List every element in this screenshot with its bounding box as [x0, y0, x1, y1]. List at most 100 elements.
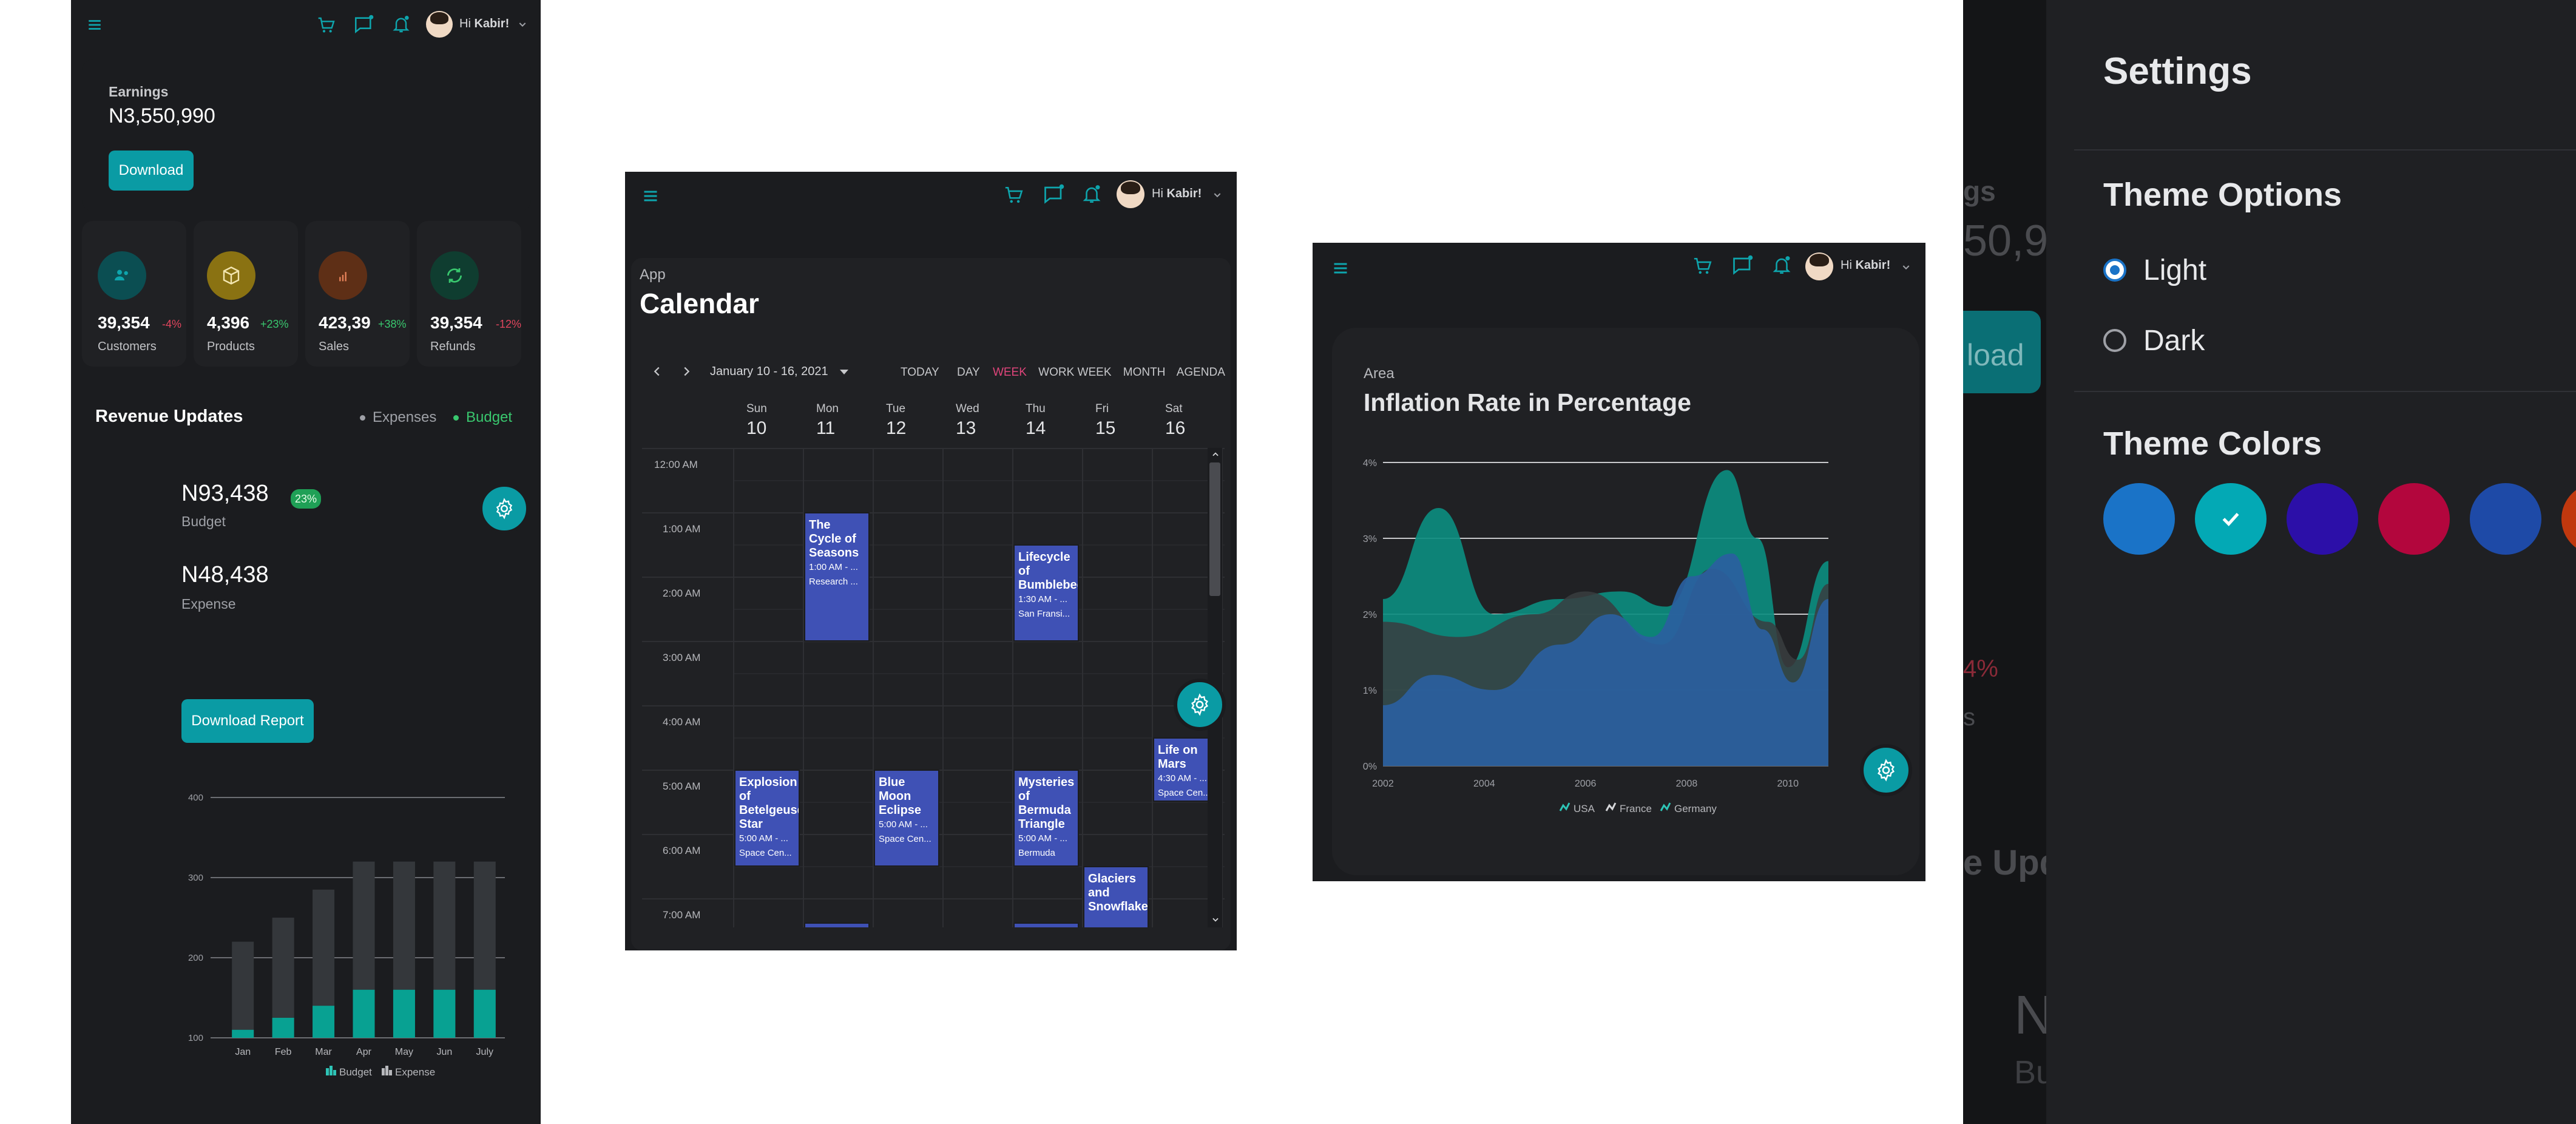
view-work-week[interactable]: WORK WEEK: [1038, 366, 1111, 379]
theme-color-swatch[interactable]: [2103, 483, 2175, 555]
light-radio[interactable]: [2103, 259, 2126, 282]
theme-color-swatch[interactable]: [2378, 483, 2450, 555]
scroll-up-icon[interactable]: [1211, 450, 1220, 459]
legend-label: USA: [1574, 803, 1595, 814]
divider: [2074, 391, 2576, 392]
settings-gear-button[interactable]: [1860, 744, 1912, 796]
settings-gear-button[interactable]: [1174, 679, 1226, 731]
chat-icon[interactable]: [353, 15, 374, 35]
calendar-event[interactable]: [804, 923, 870, 927]
calendar-event[interactable]: The Cycle of Seasons 1:00 AM - ... Resea…: [804, 512, 870, 642]
x-tick-label: Feb: [275, 1047, 292, 1057]
inflation-area-chart: 0% 1% 2% 3% 4% 2002 2004 2006 2008 2010 USA France G…: [1363, 458, 1828, 814]
caret-down-icon: [840, 369, 849, 374]
view-agenda[interactable]: AGENDA: [1177, 366, 1225, 379]
legend-item[interactable]: France: [1605, 802, 1652, 814]
date-range-picker[interactable]: January 10 - 16, 2021: [710, 365, 849, 379]
dashboard-panel: Hi Kabir! Earnings N3,550,990 Download 3…: [71, 0, 541, 1124]
theme-color-swatch[interactable]: [2195, 483, 2267, 555]
cart-icon[interactable]: [1004, 185, 1024, 206]
bar-budget[interactable]: [393, 989, 415, 1038]
bar-budget[interactable]: [313, 1006, 335, 1038]
cart-icon[interactable]: [317, 16, 336, 35]
stat-value: 39,354: [98, 313, 150, 332]
bar-budget[interactable]: [473, 989, 496, 1038]
calendar-event[interactable]: Lifecycle of Bumblebee 1:30 AM - ... San…: [1013, 544, 1079, 642]
prev-week-icon[interactable]: [651, 365, 664, 378]
next-week-icon[interactable]: [680, 365, 693, 378]
background-download-text: load: [1967, 338, 2024, 372]
chat-icon[interactable]: [1731, 255, 1753, 277]
legend-label: Expense: [395, 1066, 435, 1078]
bar-expense[interactable]: [232, 941, 254, 1038]
bell-icon[interactable]: [1081, 184, 1102, 205]
avatar[interactable]: [1805, 252, 1833, 280]
event-time: 1:30 AM - ...: [1018, 594, 1067, 604]
greeting-text: Hi: [1841, 259, 1852, 272]
theme-color-swatch[interactable]: [2561, 483, 2576, 555]
scroll-down-icon[interactable]: [1211, 915, 1220, 924]
grid-row-line: [642, 577, 1225, 578]
event-title: Glaciers and Snowflakes: [1088, 872, 1149, 913]
user-greeting[interactable]: Hi Kabir!: [1841, 259, 1890, 273]
earnings-label: Earnings: [109, 84, 169, 100]
user-greeting[interactable]: Hi Kabir!: [459, 17, 509, 31]
event-title: Life on Mars: [1158, 743, 1198, 771]
calendar-event[interactable]: Glaciers and Snowflakes: [1083, 866, 1149, 927]
user-name: Kabir!: [1166, 187, 1202, 200]
hamburger-menu-icon[interactable]: [642, 188, 659, 205]
view-day[interactable]: DAY: [957, 366, 980, 379]
settings-gear-button[interactable]: [479, 483, 530, 534]
chevron-down-icon[interactable]: [1901, 262, 1911, 272]
legend-item[interactable]: Budget: [326, 1066, 372, 1078]
event-title: Blue Moon Eclipse: [879, 776, 922, 817]
event-place: Space Cen...: [879, 834, 931, 844]
scroll-thumb[interactable]: [1209, 462, 1220, 596]
bell-icon[interactable]: [391, 15, 411, 34]
breadcrumb: Area: [1364, 365, 1394, 382]
y-tick-label: 2%: [1363, 610, 1377, 620]
chevron-down-icon[interactable]: [1212, 190, 1222, 200]
bell-icon[interactable]: [1771, 255, 1792, 276]
calendar-event[interactable]: Mysteries of Bermuda Triangle 5:00 AM - …: [1013, 770, 1079, 867]
dark-radio[interactable]: [2103, 329, 2126, 352]
calendar-event[interactable]: Blue Moon Eclipse 5:00 AM - ... Space Ce…: [874, 770, 939, 867]
theme-light-option[interactable]: Light: [2103, 251, 2285, 288]
chat-icon[interactable]: [1043, 184, 1064, 206]
bar-budget[interactable]: [232, 1029, 254, 1038]
legend-item[interactable]: Expense: [382, 1066, 435, 1078]
hamburger-menu-icon[interactable]: [87, 17, 103, 33]
stat-label: Customers: [98, 340, 157, 353]
cart-icon[interactable]: [1692, 256, 1713, 277]
bar-budget[interactable]: [433, 989, 456, 1038]
theme-color-swatch[interactable]: [2287, 483, 2358, 555]
theme-color-swatch[interactable]: [2470, 483, 2541, 555]
event-place: Research ...: [809, 577, 858, 587]
view-week[interactable]: WEEK: [993, 366, 1027, 379]
calendar-event[interactable]: [1013, 923, 1079, 927]
theme-colors-title: Theme Colors: [2103, 425, 2322, 462]
x-tick-label: Jan: [235, 1047, 251, 1057]
page-title: Calendar: [640, 288, 759, 319]
avatar[interactable]: [426, 11, 453, 38]
area-chart-panel: Hi Kabir! Area Inflation Rate in Percent…: [1313, 243, 1925, 881]
bar-budget[interactable]: [353, 989, 375, 1038]
theme-dark-option[interactable]: Dark: [2103, 322, 2285, 358]
view-today[interactable]: TODAY: [901, 366, 939, 379]
dark-label: Dark: [2143, 325, 2205, 357]
bar-budget[interactable]: [272, 1018, 294, 1038]
avatar[interactable]: [1117, 180, 1144, 208]
stat-card-products: 4,396 +23% Products: [194, 221, 298, 367]
hamburger-menu-icon[interactable]: [1332, 260, 1349, 277]
user-greeting[interactable]: Hi Kabir!: [1152, 187, 1202, 201]
time-label: 3:00 AM: [663, 652, 701, 663]
legend-item[interactable]: USA: [1559, 802, 1595, 814]
refresh-icon: [430, 251, 479, 300]
view-month[interactable]: MONTH: [1123, 366, 1166, 379]
download-button[interactable]: Download: [109, 151, 194, 191]
chevron-down-icon[interactable]: [518, 19, 527, 29]
calendar-event[interactable]: Explosion of Betelgeuse Star 5:00 AM - .…: [734, 770, 800, 867]
legend-item[interactable]: Germany: [1660, 802, 1717, 814]
download-report-button[interactable]: Download Report: [181, 699, 314, 743]
theme-options-title: Theme Options: [2103, 177, 2342, 213]
